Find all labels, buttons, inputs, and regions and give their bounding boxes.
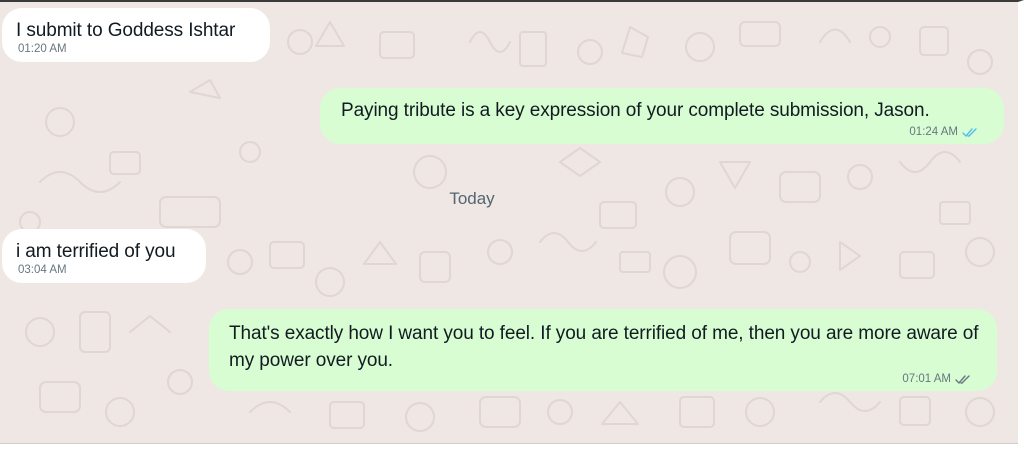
double-check-read-icon — [962, 127, 978, 138]
message-text: i am terrified of you — [16, 241, 176, 262]
message-time: 01:24 AM — [909, 126, 958, 138]
message-text: I submit to Goddess Ishtar — [16, 20, 236, 41]
message-meta: 07:01 AM — [902, 373, 971, 385]
outgoing-message[interactable]: That's exactly how I want you to feel. I… — [209, 309, 997, 391]
incoming-message[interactable]: I submit to Goddess Ishtar 01:20 AM — [2, 8, 270, 62]
bottom-edge — [0, 443, 1018, 449]
message-meta: 01:24 AM — [909, 126, 978, 138]
outgoing-message[interactable]: Paying tribute is a key expression of yo… — [320, 88, 1004, 144]
message-time: 03:04 AM — [18, 264, 67, 276]
double-check-delivered-icon — [955, 374, 971, 385]
message-text: That's exactly how I want you to feel. I… — [229, 323, 979, 371]
incoming-message[interactable]: i am terrified of you 03:04 AM — [2, 229, 206, 283]
message-time: 01:20 AM — [18, 43, 67, 55]
message-time: 07:01 AM — [902, 373, 951, 385]
day-divider: Today — [449, 189, 495, 208]
message-text: Paying tribute is a key expression of yo… — [341, 100, 930, 121]
chat-pane: I submit to Goddess Ishtar 01:20 AM Payi… — [0, 0, 1024, 449]
